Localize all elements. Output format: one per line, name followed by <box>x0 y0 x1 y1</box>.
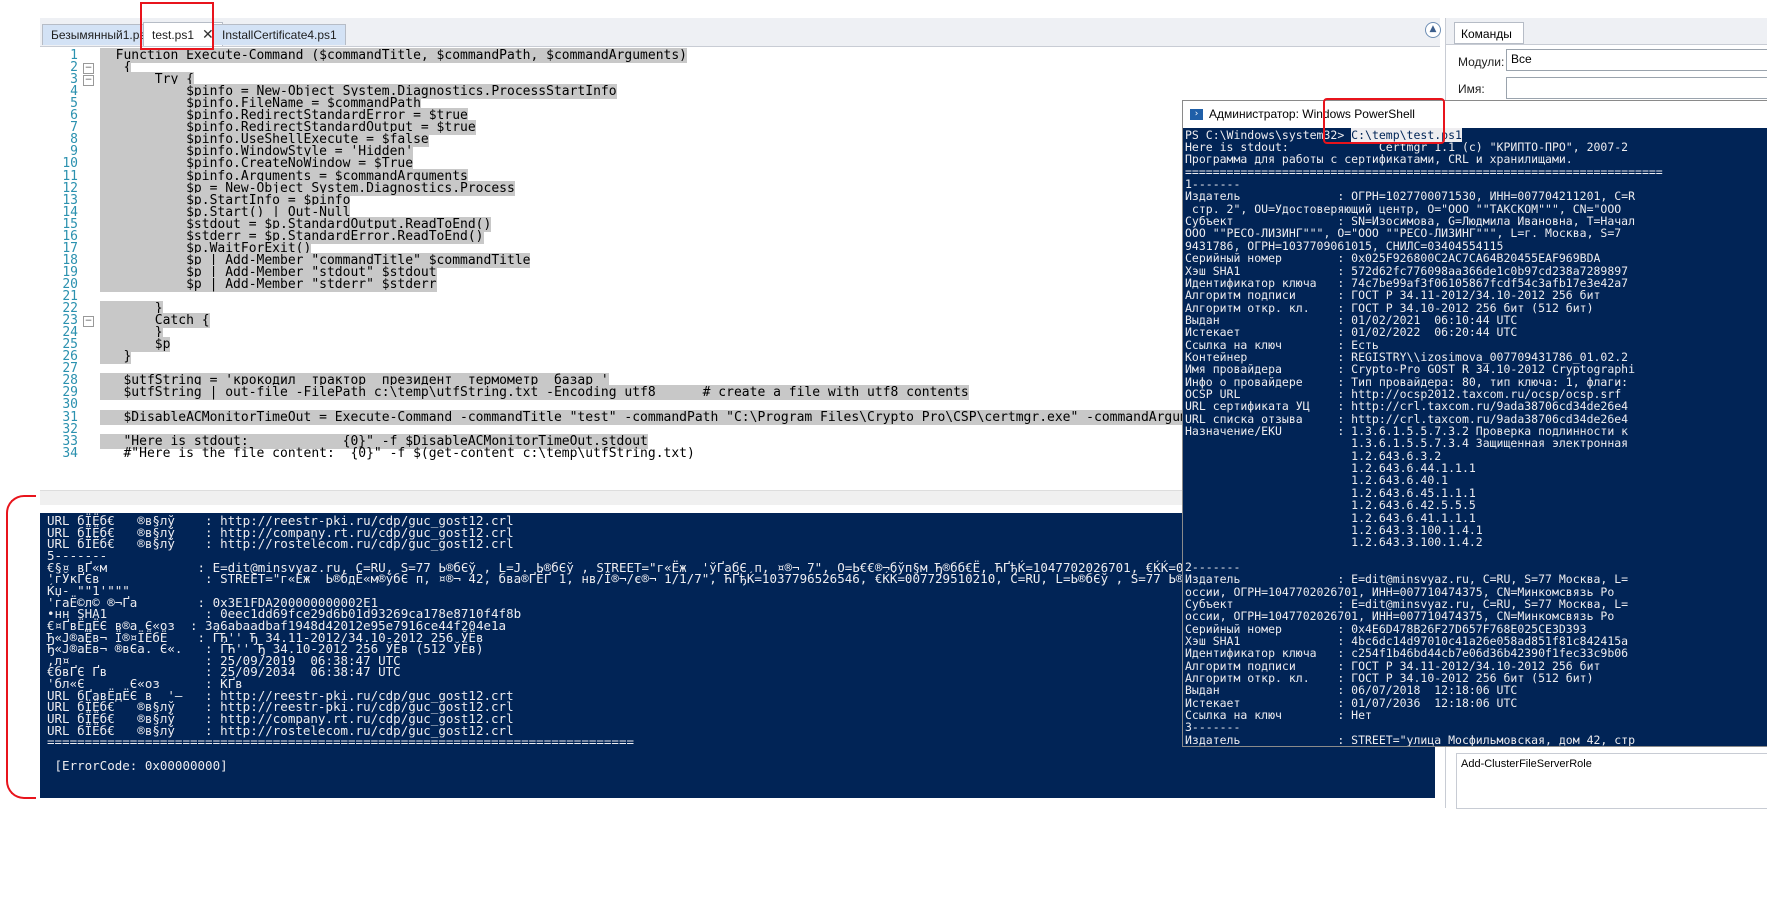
powershell-line: Издатель : E=dit@minsvyaz.ru, C=RU, S=77… <box>1185 572 1629 587</box>
fold-toggle-icon[interactable]: − <box>83 75 94 87</box>
code-line[interactable]: } <box>100 349 132 365</box>
powershell-line: Истекает : 01/02/2022 06:20:44 UTC <box>1185 325 1518 340</box>
powershell-line: ========================================… <box>1185 164 1663 179</box>
tab-label: Команды <box>1461 27 1512 41</box>
powershell-line: URL сертификата УЦ : http://crl.taxcom.r… <box>1185 399 1629 414</box>
code-text: #"Here is the file content: {0}" -f $(ge… <box>100 445 695 461</box>
powershell-line: 1.3.6.1.5.5.7.3.4 Защищенная электронная <box>1185 436 1629 451</box>
line-number: 34 <box>62 445 78 461</box>
code-text: Function Execute-Command ($commandTitle,… <box>100 48 687 63</box>
annotation-console-bracket <box>6 495 36 799</box>
powershell-line: оссии, ОГРН=1047702026701, ИНН=007710474… <box>1185 609 1615 624</box>
console-line: 'гЎкҐЄв : STREET="г«Ёж Ь®бдЁ«м®ўбЄ п, ¤®… <box>47 571 1334 587</box>
code-text: $DisableACMonitorTimeOut = Execute-Comma… <box>100 409 1368 425</box>
powershell-line: Алгоритм подписи : ГОСТ Р 34.11-2012/34.… <box>1185 288 1601 303</box>
tab-commands[interactable]: Команды ✕ <box>1454 22 1524 55</box>
powershell-output: Here is stdout: Certmgr 1.1 (c) "КРИПТО-… <box>1183 141 1767 746</box>
code-line[interactable]: Function Execute-Command ($commandTitle,… <box>100 48 687 63</box>
code-line[interactable]: $DisableACMonitorTimeOut = Execute-Comma… <box>100 409 1368 425</box>
powershell-line: Имя провайдера : Crypto-Pro GOST R 34.10… <box>1185 362 1636 377</box>
console-line: URL бЇЁб€ ®в§лў : http://rostelecom.ru/c… <box>47 536 514 552</box>
powershell-line: 1.2.643.6.40.1 <box>1185 473 1449 488</box>
annotation-tab-highlight <box>140 2 214 50</box>
powershell-line: Хэш SHA1 : 572d62fc776098aa366de1c0b97cd… <box>1185 263 1629 278</box>
powershell-line: Серийный номер : 0x025F926800C2AC7CA64B2… <box>1185 251 1601 266</box>
command-list[interactable]: Add-ClusterFileServerRole <box>1456 753 1767 809</box>
modules-select[interactable]: Все <box>1506 49 1767 71</box>
code-line[interactable]: #"Here is the file content: {0}" -f $(ge… <box>100 445 695 461</box>
tab-installcertificate4[interactable]: InstallCertificate4.ps1 <box>213 24 346 45</box>
powershell-line: 3------- <box>1185 720 1241 735</box>
console-line: [ErrorCode: 0x00000000] <box>47 757 228 773</box>
powershell-line: Выдан : 06/07/2018 12:18:06 UTC <box>1185 683 1518 698</box>
powershell-titlebar[interactable]: › Администратор: Windows PowerShell <box>1183 101 1767 128</box>
code-line[interactable]: $utfString | out-file -FilePath c:\temp\… <box>100 385 969 401</box>
powershell-line: ООО ""РЕСО-ЛИЗИНГ""", O="ООО ""РЕСО-ЛИЗИ… <box>1185 226 1622 241</box>
code-text: } <box>100 349 132 365</box>
fold-toggle-icon[interactable]: − <box>83 63 94 75</box>
modules-label: Модули: <box>1458 55 1505 69</box>
name-input[interactable] <box>1506 77 1767 99</box>
code-text: $p | Add-Member "stderr" $stderr <box>100 276 437 292</box>
powershell-icon: › <box>1190 109 1203 121</box>
modules-value: Все <box>1511 52 1532 66</box>
console-line: ========================================… <box>47 734 634 750</box>
annotation-command-highlight <box>1323 98 1445 144</box>
powershell-line: 1.2.643.3.100.1.4.2 <box>1185 535 1483 550</box>
code-text: $utfString | out-file -FilePath c:\temp\… <box>100 385 969 401</box>
tab-label: Безымянный1.ps1 <box>51 28 153 42</box>
fold-toggle-icon[interactable]: − <box>83 316 94 328</box>
powershell-window[interactable]: › Администратор: Windows PowerShell PS C:… <box>1182 100 1767 747</box>
powershell-line: 9510210, C=RU, L=Москва, S=77 Москва, E=… <box>1185 746 1614 747</box>
powershell-line: 1.2.643.6.42.5.5.5 <box>1185 498 1476 513</box>
list-item[interactable]: Add-ClusterFileServerRole <box>1461 758 1592 770</box>
powershell-line: Алгоритм откр. кл. : ГОСТ Р 34.10-2012 2… <box>1185 300 1594 315</box>
code-line[interactable]: $p | Add-Member "stderr" $stderr <box>100 276 437 292</box>
powershell-line: Идентификатор ключа : c254f1b46bd44cb7e0… <box>1185 646 1629 661</box>
tab-label: InstallCertificate4.ps1 <box>222 28 337 42</box>
powershell-line: Программа для работы с сертификатами, CR… <box>1185 152 1573 167</box>
powershell-line: Издатель : ОГРН=1027700071530, ИНН=00770… <box>1185 189 1636 204</box>
powershell-line: 1.2.643.6.41.1.1.1 <box>1185 510 1476 525</box>
script-tab-strip: Безымянный1.ps1 test.ps1 ✕ InstallCertifi… <box>40 18 1440 47</box>
name-label: Имя: <box>1458 82 1485 96</box>
collapse-pane-icon[interactable]: ▲ <box>1425 22 1441 38</box>
